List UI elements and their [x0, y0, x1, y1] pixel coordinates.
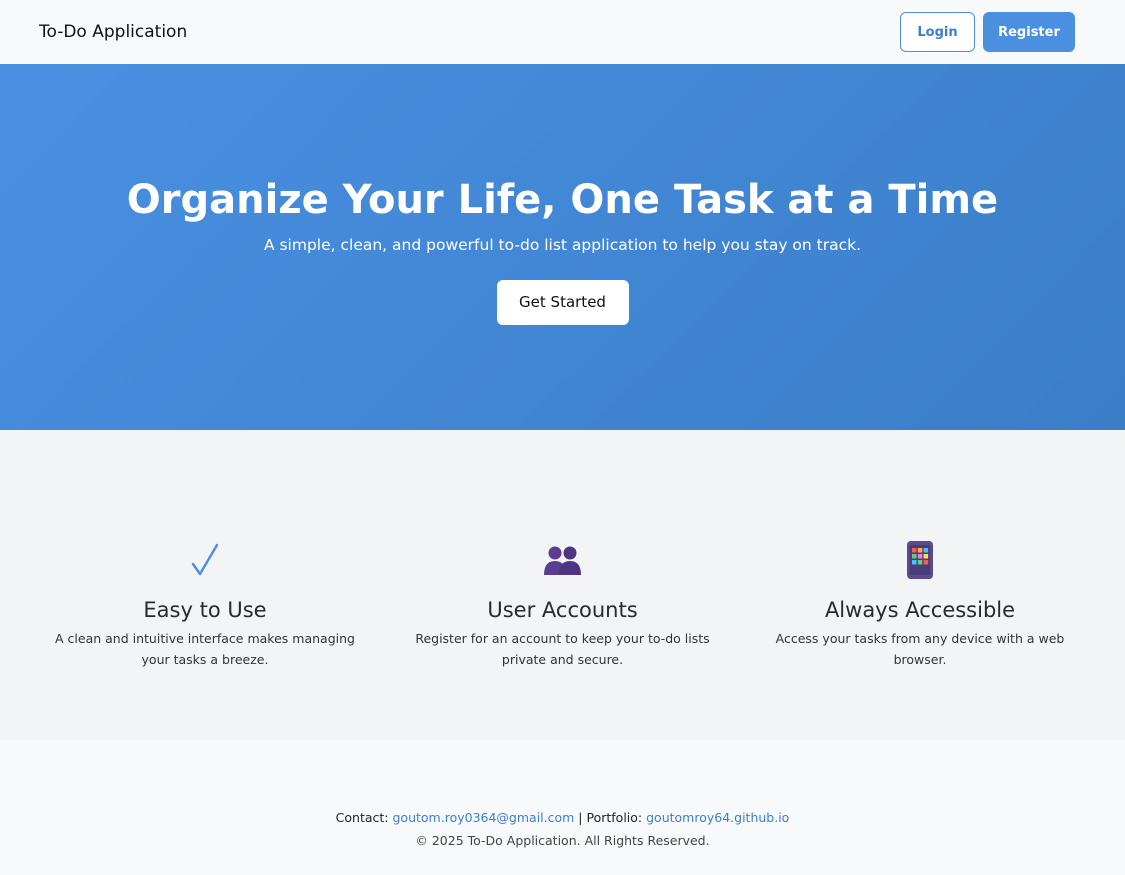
nav-buttons: Login Register [900, 12, 1075, 52]
features-section: Easy to Use A clean and intuitive interf… [0, 430, 1125, 740]
feature-title: User Accounts [487, 598, 638, 622]
footer: Contact: goutom.roy0364@gmail.com | Port… [0, 740, 1125, 875]
contact-label: Contact: [335, 810, 389, 825]
login-button[interactable]: Login [900, 12, 975, 52]
feature-easy-to-use: Easy to Use A clean and intuitive interf… [30, 540, 380, 740]
mobile-device-icon [745, 540, 1095, 580]
contact-email-link[interactable]: goutom.roy0364@gmail.com [393, 810, 575, 825]
feature-title: Easy to Use [143, 598, 267, 622]
feature-text: Register for an account to keep your to-… [415, 631, 710, 667]
get-started-button[interactable]: Get Started [496, 279, 629, 325]
feature-text: Access your tasks from any device with a… [775, 631, 1065, 667]
feature-user-accounts: User Accounts Register for an account to… [388, 540, 738, 740]
footer-copyright: © 2025 To-Do Application. All Rights Res… [415, 833, 710, 848]
feature-always-accessible: Always Accessible Access your tasks from… [745, 540, 1095, 740]
hero-title: Organize Your Life, One Task at a Time [126, 176, 999, 223]
brand-title[interactable]: To-Do Application [39, 22, 187, 42]
navbar: To-Do Application Login Register [0, 0, 1125, 64]
users-icon [388, 540, 738, 580]
hero-section: Organize Your Life, One Task at a Time A… [0, 64, 1125, 430]
check-mark-icon [30, 540, 380, 580]
hero-subtitle: A simple, clean, and powerful to-do list… [263, 235, 862, 254]
feature-title: Always Accessible [824, 598, 1016, 622]
footer-contact-line: Contact: goutom.roy0364@gmail.com | Port… [0, 810, 1125, 825]
register-button[interactable]: Register [983, 12, 1075, 52]
portfolio-link[interactable]: goutomroy64.github.io [646, 810, 789, 825]
footer-separator: | [578, 810, 583, 825]
portfolio-label: Portfolio: [586, 810, 643, 825]
feature-text: A clean and intuitive interface makes ma… [55, 631, 355, 667]
